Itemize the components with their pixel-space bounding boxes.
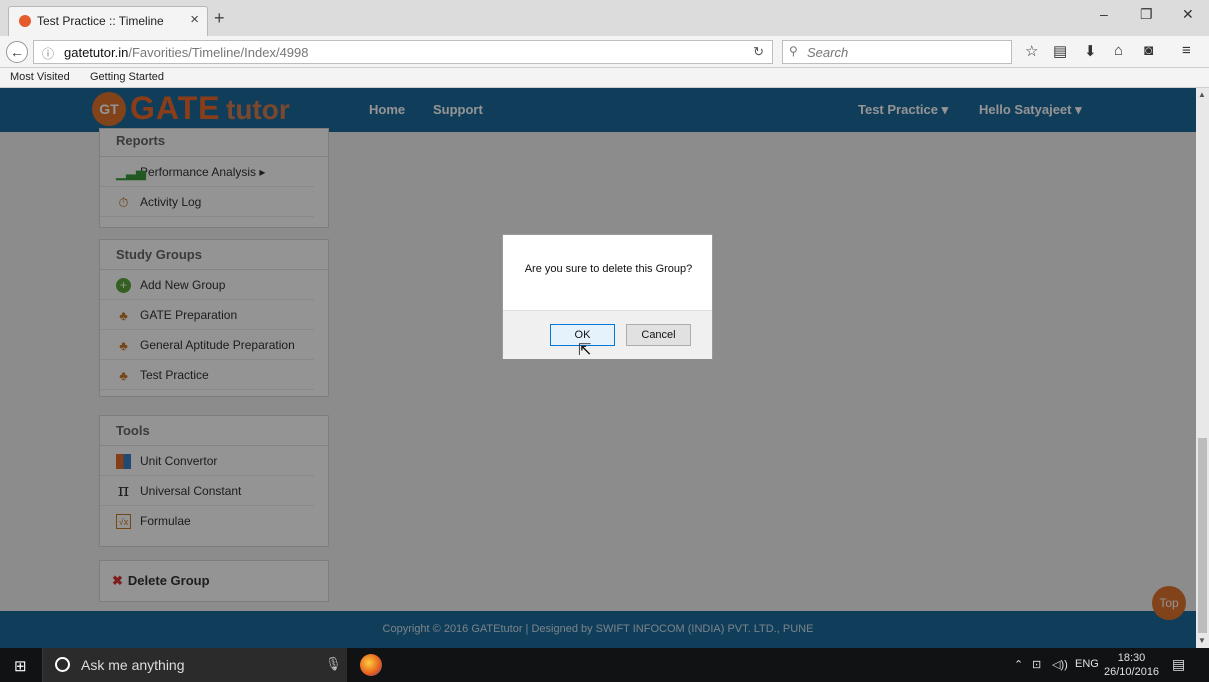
home-icon[interactable]: ⌂ [1114,42,1123,59]
url-text: gatetutor.in/Favorities/Timeline/Index/4… [64,45,309,60]
confirm-dialog: Are you sure to delete this Group? OK Ca… [502,234,713,359]
language-indicator[interactable]: ENG [1075,658,1099,670]
bookmark-most-visited[interactable]: Most Visited [10,71,70,83]
minimize-icon[interactable]: – [1100,6,1108,22]
search-icon: ⚲ [789,44,798,58]
reload-icon[interactable]: ↻ [753,44,764,60]
reading-list-icon[interactable]: ▤ [1053,42,1067,60]
close-window-icon[interactable]: ✕ [1182,6,1194,23]
tray-chevron-icon[interactable]: ⌃ [1014,658,1023,671]
close-tab-icon[interactable]: × [190,11,199,28]
page-viewport: GT GATE tutor Home Support Test Practice… [0,88,1196,648]
browser-tab-bar: Test Practice :: Timeline × + – ❐ ✕ [0,0,1209,36]
page-scrollbar[interactable]: ▲ ▼ [1196,88,1209,648]
taskbar: ⊞ Ask me anything 🎙 ⌃ ⊡ ◁)) ENG 18:30 26… [0,648,1209,682]
scrollbar-thumb[interactable] [1198,438,1207,633]
site-favicon-icon [19,15,31,27]
download-icon[interactable]: ⬇ [1084,42,1097,60]
modal-overlay [0,88,1196,648]
browser-tab[interactable]: Test Practice :: Timeline × [8,6,208,36]
firefox-icon[interactable] [360,654,382,676]
taskbar-clock[interactable]: 18:30 26/10/2016 [1104,651,1159,679]
info-icon[interactable]: ⓘ [42,45,54,62]
scroll-up-icon[interactable]: ▲ [1198,90,1206,99]
restore-icon[interactable]: ❐ [1140,6,1153,23]
address-bar[interactable]: ⓘ gatetutor.in/Favorities/Timeline/Index… [33,40,773,64]
bookmark-star-icon[interactable]: ☆ [1025,42,1038,60]
dialog-message: Are you sure to delete this Group? [524,263,693,275]
mouse-cursor-icon: ⇱ [578,342,592,359]
new-tab-icon[interactable]: + [214,8,225,29]
menu-icon[interactable]: ≡ [1182,42,1191,59]
bookmark-getting-started[interactable]: Getting Started [90,71,164,83]
dialog-footer: OK Cancel [503,310,712,359]
tab-title: Test Practice :: Timeline [37,14,164,28]
pocket-icon[interactable]: ◙ [1144,42,1153,59]
scroll-down-icon[interactable]: ▼ [1198,636,1206,645]
cortana-icon [55,657,70,672]
bookmarks-bar: Most Visited Getting Started [0,68,1209,88]
network-icon[interactable]: ⊡ [1032,658,1041,671]
microphone-icon[interactable]: 🎙 [325,656,342,672]
search-input[interactable]: ⚲ Search [782,40,1012,64]
volume-icon[interactable]: ◁)) [1052,658,1068,671]
back-icon[interactable]: ← [6,41,28,63]
cancel-button[interactable]: Cancel [626,324,691,346]
cortana-search-box[interactable]: Ask me anything 🎙 [42,648,347,682]
action-center-icon[interactable]: ▤ [1172,656,1185,673]
windows-start-icon[interactable]: ⊞ [14,657,27,675]
